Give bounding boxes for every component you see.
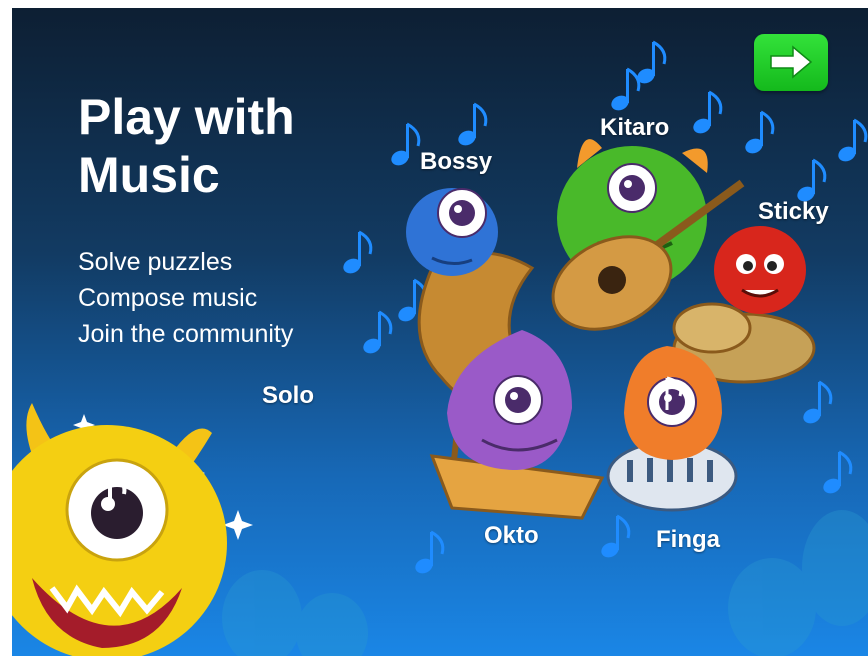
- arrow-right-icon: [770, 45, 813, 79]
- title-line-1: Play with: [78, 89, 295, 145]
- character-label-okto: Okto: [484, 522, 539, 549]
- app-screen: Play with Music Solve puzzles Compose mu…: [0, 0, 868, 656]
- feature-list: Solve puzzles Compose music Join the com…: [78, 244, 293, 352]
- character-label-finga: Finga: [656, 526, 720, 553]
- intro-panel: Play with Music Solve puzzles Compose mu…: [12, 8, 868, 656]
- title-line-2: Music: [78, 147, 220, 203]
- next-button[interactable]: [754, 34, 828, 91]
- character-label-kitaro: Kitaro: [600, 114, 670, 141]
- character-label-bossy: Bossy: [420, 148, 493, 175]
- character-label-sticky: Sticky: [758, 198, 829, 225]
- character-label-solo: Solo: [262, 382, 314, 409]
- feature-item: Solve puzzles: [78, 248, 233, 276]
- feature-item: Compose music: [78, 284, 258, 312]
- feature-item: Join the community: [78, 320, 294, 348]
- page-title: Play with Music: [78, 88, 295, 204]
- solo-character[interactable]: [12, 403, 227, 656]
- background-crowd: [222, 510, 868, 656]
